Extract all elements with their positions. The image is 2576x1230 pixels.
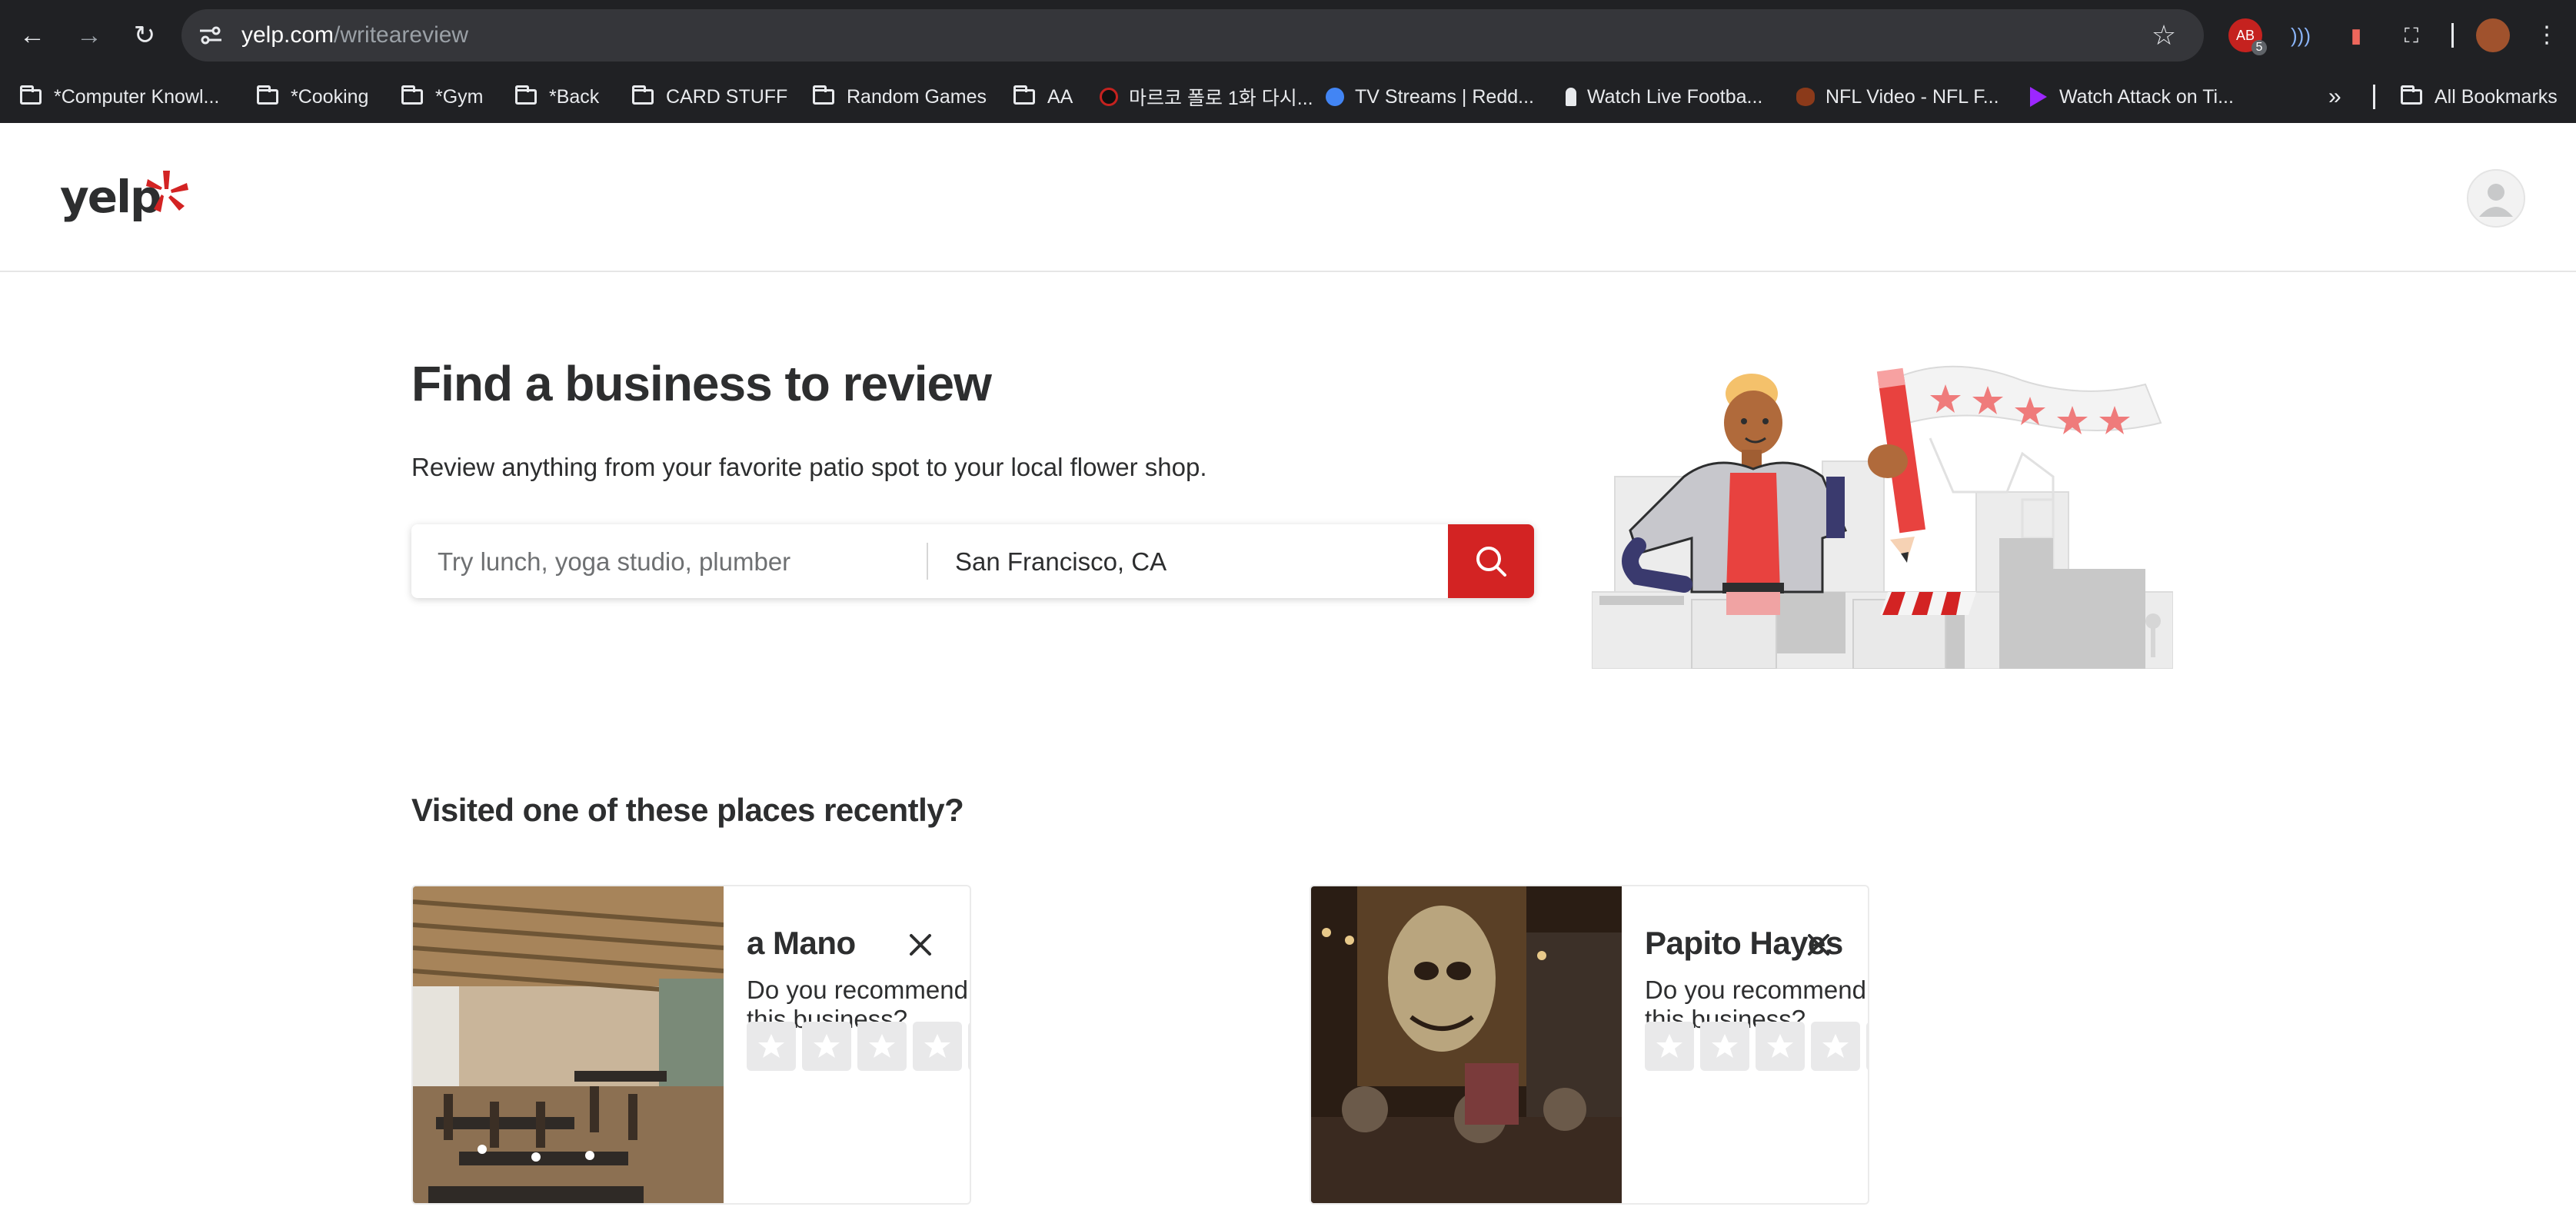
bookmark-label: AA (1047, 85, 1073, 108)
star-icon[interactable] (1756, 1022, 1805, 1071)
folder-icon (257, 85, 278, 105)
find-business-input[interactable] (436, 524, 931, 600)
browser-toolbar: ← → ↻ yelp.com/writeareview ☆ AB 5 ))) ▮ … (0, 0, 2576, 71)
bookmark-folder[interactable]: *Back (515, 81, 599, 112)
football-icon (1796, 88, 1815, 106)
page-subtitle: Review anything from your favorite patio… (411, 453, 1207, 481)
extensions-puzzle-icon[interactable]: ⛶ (2395, 18, 2428, 52)
reload-icon[interactable]: ↻ (126, 17, 163, 54)
business-photo (413, 886, 724, 1203)
bookmark-label: 마르코 폴로 1화 다시... (1129, 88, 1313, 109)
bookmark-folder[interactable]: AA (1013, 81, 1073, 112)
bookmark-label: CARD STUFF (666, 85, 788, 108)
business-photo (1311, 886, 1622, 1203)
site-header: yelp (0, 123, 2576, 272)
star-rating (747, 1022, 970, 1071)
extension-icon[interactable]: ▮ (2339, 18, 2373, 52)
folder-icon (20, 85, 42, 105)
play-icon (2030, 87, 2047, 107)
close-icon[interactable] (905, 929, 936, 960)
more-bookmarks-chevron-icon[interactable]: » (2328, 81, 2341, 112)
profile-avatar-icon[interactable] (2476, 18, 2510, 52)
address-bar[interactable]: yelp.com/writeareview ☆ (181, 9, 2204, 62)
bookmark-label: NFL Video - NFL F... (1825, 85, 1999, 108)
star-icon[interactable] (747, 1022, 796, 1071)
url-text[interactable]: yelp.com/writeareview (241, 20, 468, 51)
star-icon[interactable] (1645, 1022, 1694, 1071)
bookmark-link[interactable]: Watch Live Footba... (1566, 81, 1762, 112)
bookmark-link[interactable]: Watch Attack on Ti... (2030, 81, 2234, 112)
site-icon (1100, 88, 1118, 106)
bookmark-folder[interactable]: Random Games (813, 81, 987, 112)
extension-icon[interactable]: ))) (2284, 18, 2318, 52)
business-name[interactable]: a Mano (747, 925, 856, 962)
site-icon (1326, 88, 1344, 106)
search-bar (411, 524, 1534, 600)
star-icon[interactable] (968, 1022, 970, 1071)
star-icon[interactable] (1700, 1022, 1749, 1071)
forward-icon[interactable]: → (71, 17, 108, 54)
folder-icon (632, 85, 654, 105)
business-card[interactable]: Papito Hayes Do you recommend this busin… (1310, 885, 1869, 1205)
bookmark-label: Watch Attack on Ti... (2059, 85, 2234, 108)
bookmark-label: *Computer Knowl... (54, 85, 220, 108)
bookmark-folder[interactable]: CARD STUFF (632, 81, 787, 112)
business-card[interactable]: a Mano Do you recommend this business? (411, 885, 971, 1205)
folder-icon (515, 85, 537, 105)
bookmark-label: *Cooking (291, 85, 369, 108)
folder-icon (1013, 85, 1035, 105)
star-icon[interactable] (1866, 1022, 1868, 1071)
bookmark-folder[interactable]: *Cooking (257, 81, 368, 112)
more-menu-icon[interactable]: ⋮ (2530, 18, 2564, 52)
bookmark-link[interactable]: 마르코 폴로 1화 다시... (1100, 81, 1313, 112)
bookmark-label: *Gym (435, 85, 484, 108)
user-avatar[interactable] (2467, 169, 2525, 228)
star-icon[interactable] (1811, 1022, 1860, 1071)
search-icon (1476, 547, 1506, 577)
adblock-extension-icon[interactable]: AB 5 (2228, 18, 2267, 55)
bookmark-label: Watch Live Footba... (1587, 85, 1763, 108)
search-button[interactable] (1448, 524, 1534, 598)
star-icon[interactable] (802, 1022, 851, 1071)
extension-badge: 5 (2252, 40, 2267, 55)
folder-icon (2401, 85, 2422, 105)
star-icon[interactable] (913, 1022, 962, 1071)
bookmark-star-icon[interactable]: ☆ (2147, 18, 2181, 52)
bookmark-link[interactable]: TV Streams | Redd... (1326, 81, 1534, 112)
all-bookmarks-button[interactable]: All Bookmarks (2401, 81, 2558, 112)
all-bookmarks-label: All Bookmarks (2435, 85, 2558, 108)
star-rating (1645, 1022, 1868, 1071)
bookmark-label: *Back (549, 85, 600, 108)
folder-icon (813, 85, 834, 105)
visited-heading: Visited one of these places recently? (411, 792, 964, 828)
search-divider (927, 543, 928, 580)
close-icon[interactable] (1803, 929, 1834, 960)
site-info-icon[interactable] (197, 22, 225, 49)
page-title: Find a business to review (411, 356, 992, 411)
user-icon (2479, 184, 2513, 217)
toolbar-divider (2451, 23, 2454, 48)
trophy-icon (1566, 88, 1576, 106)
reviewer-illustration (1592, 365, 2173, 669)
bookmark-link[interactable]: NFL Video - NFL F... (1796, 81, 1999, 112)
folder-icon (401, 85, 423, 105)
star-icon[interactable] (857, 1022, 907, 1071)
bookmark-label: TV Streams | Redd... (1355, 85, 1534, 108)
yelp-burst-icon (146, 171, 188, 212)
bookmark-folder[interactable]: *Gym (401, 81, 484, 112)
bookmarks-bar: *Computer Knowl... *Cooking *Gym *Back C… (0, 71, 2576, 123)
bookmark-folder[interactable]: *Computer Knowl... (20, 81, 219, 112)
back-icon[interactable]: ← (14, 17, 51, 54)
location-input[interactable] (954, 524, 1387, 600)
bookmark-label: Random Games (847, 85, 987, 108)
bookmarks-divider (2373, 85, 2375, 109)
